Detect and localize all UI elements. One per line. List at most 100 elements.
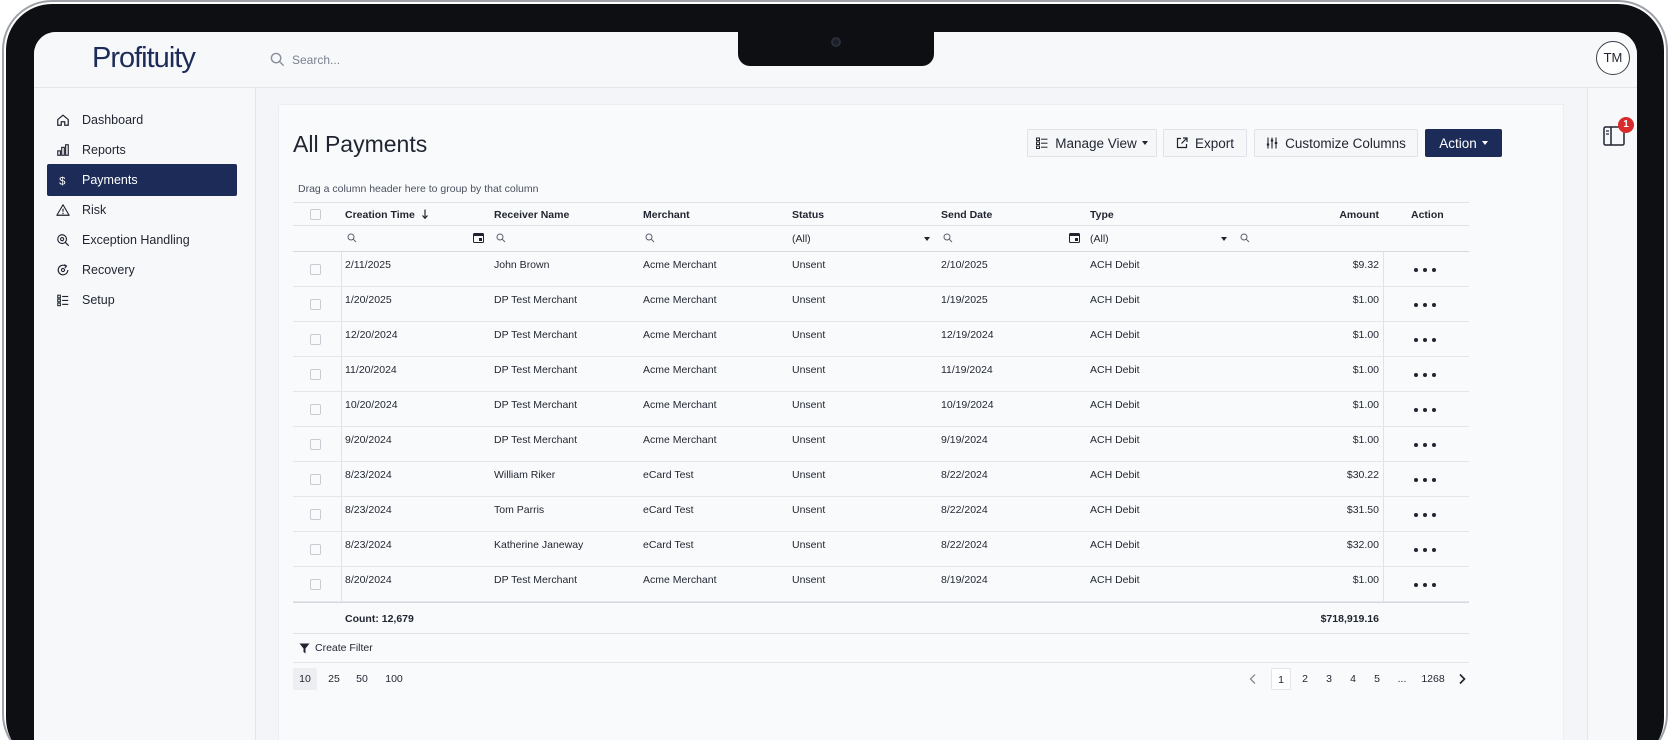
previous-page-icon[interactable] [1247, 673, 1259, 685]
send-date-filter-input[interactable] [955, 230, 1065, 248]
row-actions-menu-icon[interactable] [1414, 512, 1436, 518]
cell-type: ACH Debit [1090, 364, 1140, 376]
chevron-down-icon [1141, 141, 1148, 145]
page-1[interactable]: 1 [1271, 668, 1291, 690]
row-actions-menu-icon[interactable] [1414, 302, 1436, 308]
row-checkbox[interactable] [310, 334, 321, 345]
action-button[interactable]: Action [1425, 129, 1502, 157]
row-actions-menu-icon[interactable] [1414, 372, 1436, 378]
page-size-25[interactable]: 25 [321, 668, 347, 690]
status-filter-select[interactable]: (All) [792, 226, 935, 251]
sidebar-item-reports[interactable]: Reports [47, 134, 237, 166]
row-actions-menu-icon[interactable] [1414, 442, 1436, 448]
cell-status: Unsent [792, 539, 826, 551]
row-checkbox[interactable] [310, 439, 321, 450]
cell-creation-time: 11/20/2024 [345, 364, 397, 376]
app-logo[interactable]: Profituity [92, 42, 196, 75]
table-row[interactable]: 1/20/2025 DP Test Merchant Acme Merchant Un… [293, 287, 1469, 322]
cell-amount: $1.00 [1352, 434, 1379, 446]
row-checkbox[interactable] [310, 404, 321, 415]
cell-send-date: 8/22/2024 [941, 504, 988, 516]
row-actions-menu-icon[interactable] [1414, 337, 1436, 343]
recovery-icon [57, 264, 69, 276]
cell-merchant: Acme Merchant [643, 364, 717, 376]
sidebar-item-payments[interactable]: $ Payments [47, 164, 237, 196]
pager-divider [293, 662, 1469, 663]
sidebar-item-setup[interactable]: Setup [47, 284, 237, 316]
page-2[interactable]: 2 [1295, 668, 1315, 690]
search-input[interactable] [292, 48, 652, 72]
row-checkbox[interactable] [310, 509, 321, 520]
receiver-name-filter-input[interactable] [508, 230, 633, 248]
cell-receiver-name: DP Test Merchant [494, 399, 578, 411]
page-size-100[interactable]: 100 [379, 668, 409, 690]
table-row[interactable]: 12/20/2024 DP Test Merchant Acme Merchant U… [293, 322, 1469, 357]
row-actions-menu-icon[interactable] [1414, 477, 1436, 483]
sort-descending-icon [421, 209, 428, 220]
page-3[interactable]: 3 [1319, 668, 1339, 690]
sidebar-item-label: Reports [82, 143, 126, 157]
row-checkbox[interactable] [310, 264, 321, 275]
filter-search-icon [347, 233, 357, 243]
page-last[interactable]: 1268 [1416, 668, 1450, 690]
page-size-50[interactable]: 50 [349, 668, 375, 690]
page-size-10[interactable]: 10 [293, 668, 317, 690]
table-row[interactable]: 8/23/2024 William Riker eCard Test Unsent 8/… [293, 462, 1469, 497]
column-header-send-date[interactable]: Send Date [941, 209, 992, 221]
amount-filter-input[interactable] [1252, 230, 1372, 248]
cell-status: Unsent [792, 469, 826, 481]
cell-send-date: 10/19/2024 [941, 399, 994, 411]
row-actions-menu-icon[interactable] [1414, 407, 1436, 413]
row-checkbox[interactable] [310, 579, 321, 590]
chevron-down-icon [1221, 237, 1227, 241]
customize-columns-button[interactable]: Customize Columns [1254, 129, 1418, 157]
table-row[interactable]: 9/20/2024 DP Test Merchant Acme Merchant Un… [293, 427, 1469, 462]
table-row[interactable]: 2/11/2025 John Brown Acme Merchant Unsent 2/… [293, 252, 1469, 287]
column-header-status[interactable]: Status [792, 209, 824, 221]
warning-icon [56, 204, 70, 216]
column-header-amount[interactable]: Amount [1339, 209, 1379, 221]
row-actions-menu-icon[interactable] [1414, 547, 1436, 553]
cell-merchant: Acme Merchant [643, 574, 717, 586]
next-page-icon[interactable] [1456, 673, 1468, 685]
table-row[interactable]: 8/20/2024 DP Test Merchant Acme Merchant Un… [293, 567, 1469, 602]
dollar-icon: $ [59, 175, 66, 187]
row-actions-menu-icon[interactable] [1414, 582, 1436, 588]
user-avatar[interactable]: TM [1596, 41, 1630, 75]
calendar-icon[interactable] [1069, 232, 1080, 243]
cell-type: ACH Debit [1090, 504, 1140, 516]
column-header-receiver-name[interactable]: Receiver Name [494, 209, 569, 221]
column-header-merchant[interactable]: Merchant [643, 209, 690, 221]
page-ellipsis[interactable]: ... [1390, 668, 1414, 690]
camera-notch [738, 32, 934, 66]
page-4[interactable]: 4 [1343, 668, 1363, 690]
right-rail: 1 [1587, 88, 1637, 740]
table-row[interactable]: 8/23/2024 Tom Parris eCard Test Unsent 8/22/… [293, 497, 1469, 532]
sidebar-item-risk[interactable]: Risk [47, 194, 237, 226]
cell-merchant: Acme Merchant [643, 259, 717, 271]
row-checkbox[interactable] [310, 369, 321, 380]
page-5[interactable]: 5 [1367, 668, 1387, 690]
column-header-creation-time[interactable]: Creation Time [345, 209, 429, 221]
calendar-icon[interactable] [473, 232, 484, 243]
type-filter-select[interactable]: (All) [1090, 226, 1233, 251]
sidebar-item-dashboard[interactable]: Dashboard [47, 104, 237, 136]
select-all-checkbox[interactable] [310, 209, 321, 220]
table-row[interactable]: 8/23/2024 Katherine Janeway eCard Test Unse… [293, 532, 1469, 567]
manage-view-button[interactable]: Manage View [1027, 129, 1157, 157]
table-row[interactable]: 10/20/2024 DP Test Merchant Acme Merchant U… [293, 392, 1469, 427]
sidebar-item-recovery[interactable]: Recovery [47, 254, 237, 286]
sidebar-item-exception-handling[interactable]: Exception Handling [47, 224, 237, 256]
row-checkbox[interactable] [310, 474, 321, 485]
creation-time-filter-input[interactable] [359, 230, 469, 248]
row-actions-menu-icon[interactable] [1414, 267, 1436, 273]
column-header-type[interactable]: Type [1090, 209, 1114, 221]
row-checkbox[interactable] [310, 544, 321, 555]
cell-receiver-name: DP Test Merchant [494, 294, 578, 306]
table-row[interactable]: 11/20/2024 DP Test Merchant Acme Merchant U… [293, 357, 1469, 392]
cell-creation-time: 12/20/2024 [345, 329, 398, 341]
export-button[interactable]: Export [1163, 129, 1247, 157]
row-checkbox[interactable] [310, 299, 321, 310]
merchant-filter-input[interactable] [657, 230, 782, 248]
create-filter-button[interactable]: Create Filter [299, 642, 373, 654]
